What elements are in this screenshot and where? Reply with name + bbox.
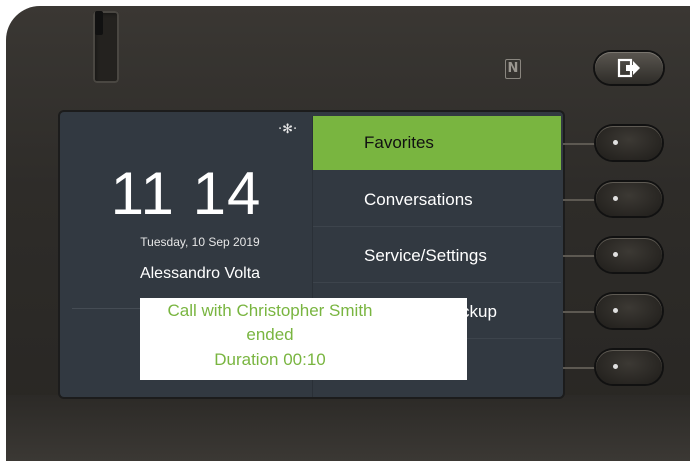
notification-duration: Duration 00:10 xyxy=(214,350,326,369)
softkey-dot xyxy=(613,196,618,201)
owner-name: Alessandro Volta xyxy=(139,265,261,282)
call-ended-notification: Call with Christopher Smith ended Durati… xyxy=(140,298,467,380)
softkey-2[interactable] xyxy=(596,182,662,216)
softkey-4[interactable] xyxy=(596,294,662,328)
logout-icon xyxy=(617,58,640,78)
menu-item-service-settings[interactable]: Service/Settings xyxy=(313,229,561,283)
softkey-dot xyxy=(613,140,618,145)
softkey-3[interactable] xyxy=(596,238,662,272)
softkey-connector xyxy=(563,255,597,257)
softkey-5[interactable] xyxy=(596,350,662,384)
nfc-icon: N xyxy=(505,59,521,79)
softkey-connector xyxy=(563,199,597,201)
logout-button[interactable] xyxy=(595,52,663,84)
date-label: Tuesday, 10 Sep 2019 xyxy=(140,235,260,249)
softkey-dot xyxy=(613,364,618,369)
handset-hook xyxy=(95,11,103,35)
bluetooth-icon: ·✻· xyxy=(278,122,298,137)
softkey-dot xyxy=(613,308,618,313)
notification-line-2: ended xyxy=(246,325,294,344)
clock: 11 14 xyxy=(110,160,262,227)
softkey-1[interactable] xyxy=(596,126,662,160)
menu-item-conversations[interactable]: Conversations xyxy=(313,173,561,227)
phone-housing-lower xyxy=(6,395,690,461)
softkey-connector xyxy=(563,143,597,145)
notification-line-1: Call with Christopher Smith xyxy=(167,301,373,320)
softkey-connector xyxy=(563,367,597,369)
softkey-dot xyxy=(613,252,618,257)
softkey-connector xyxy=(563,311,597,313)
menu-item-favorites[interactable]: Favorites xyxy=(313,116,561,170)
